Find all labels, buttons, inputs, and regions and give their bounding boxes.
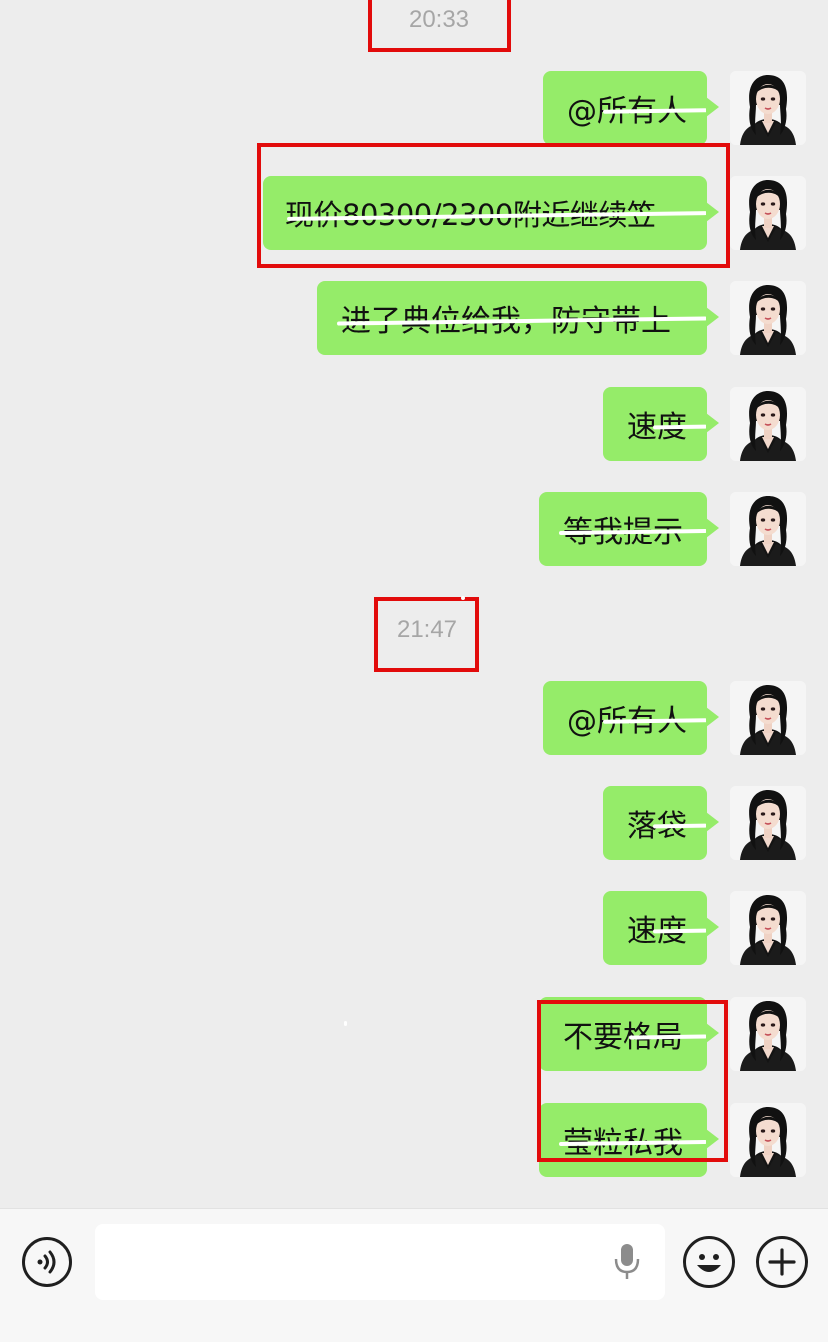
avatar[interactable] bbox=[730, 786, 806, 860]
message-row: 落袋 bbox=[0, 786, 828, 862]
message-text: 速度 bbox=[627, 914, 687, 949]
avatar[interactable] bbox=[730, 492, 806, 566]
avatar[interactable] bbox=[730, 891, 806, 965]
avatar[interactable] bbox=[730, 387, 806, 461]
message-text: 速度 bbox=[627, 410, 687, 445]
avatar[interactable] bbox=[730, 176, 806, 250]
message-row: 速度 bbox=[0, 891, 828, 967]
input-bar bbox=[0, 1208, 828, 1342]
message-input[interactable] bbox=[95, 1224, 665, 1300]
avatar[interactable] bbox=[730, 281, 806, 355]
message-row: 速度 bbox=[0, 387, 828, 463]
highlight-box bbox=[374, 597, 479, 672]
avatar[interactable] bbox=[730, 1103, 806, 1177]
emoji-button[interactable] bbox=[683, 1236, 735, 1288]
chat-area[interactable]: 20:33 @所有人 现价80300/2300附近继续笠 进了典位给我，防守带上… bbox=[0, 0, 828, 1208]
message-bubble[interactable]: 不要格局 bbox=[539, 997, 719, 1071]
voice-icon bbox=[37, 1250, 56, 1274]
message-bubble[interactable]: @所有人 bbox=[543, 71, 719, 145]
voice-button[interactable] bbox=[22, 1237, 72, 1287]
message-bubble[interactable]: 落袋 bbox=[603, 786, 719, 860]
speck bbox=[461, 596, 465, 600]
message-bubble[interactable]: 等我提示 bbox=[539, 492, 719, 566]
message-bubble[interactable]: 莹粒私我 bbox=[539, 1103, 719, 1177]
strike-line bbox=[628, 1034, 708, 1040]
message-row: 不要格局 bbox=[0, 997, 828, 1073]
microphone-button[interactable] bbox=[610, 1241, 644, 1281]
highlight-box bbox=[368, 0, 511, 52]
avatar[interactable] bbox=[730, 997, 806, 1071]
strike-line bbox=[652, 424, 708, 430]
strike-line bbox=[602, 718, 708, 724]
message-row: 莹粒私我 bbox=[0, 1103, 828, 1179]
message-text: 落袋 bbox=[627, 809, 687, 844]
message-bubble[interactable]: 速度 bbox=[603, 891, 719, 965]
plus-button[interactable] bbox=[756, 1236, 808, 1288]
message-bubble[interactable]: @所有人 bbox=[543, 681, 719, 755]
message-row: @所有人 bbox=[0, 681, 828, 757]
speck bbox=[344, 1021, 347, 1026]
message-row: 进了典位给我，防守带上 bbox=[0, 281, 828, 357]
microphone-icon bbox=[614, 1244, 640, 1279]
message-row: 等我提示 bbox=[0, 492, 828, 568]
message-bubble[interactable]: 进了典位给我，防守带上 bbox=[317, 281, 719, 355]
plus-icon bbox=[768, 1248, 796, 1276]
message-row: @所有人 bbox=[0, 71, 828, 147]
message-bubble[interactable]: 现价80300/2300附近继续笠 bbox=[263, 176, 719, 250]
message-row: 现价80300/2300附近继续笠 bbox=[0, 176, 828, 252]
emoji-icon bbox=[697, 1254, 721, 1272]
strike-line bbox=[652, 823, 708, 829]
avatar[interactable] bbox=[730, 71, 806, 145]
strike-line bbox=[652, 928, 708, 934]
strike-line bbox=[602, 108, 708, 114]
message-bubble[interactable]: 速度 bbox=[603, 387, 719, 461]
message-text: 不要格局 bbox=[563, 1020, 683, 1055]
avatar[interactable] bbox=[730, 681, 806, 755]
